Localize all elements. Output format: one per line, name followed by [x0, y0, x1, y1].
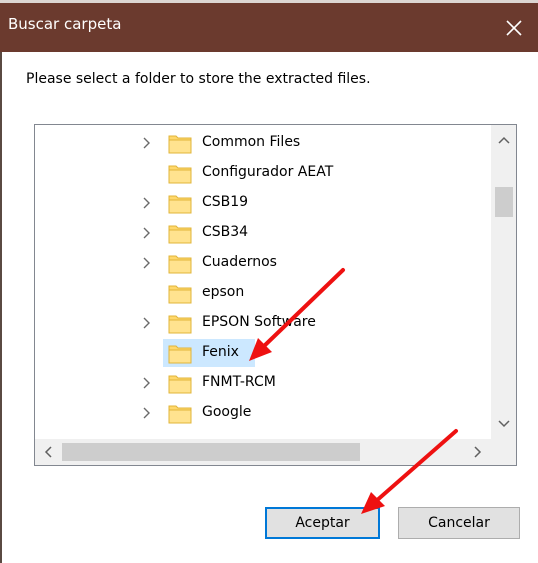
tree-item[interactable]: Google [35, 398, 491, 428]
tree-item[interactable]: FNMT-RCM [35, 368, 491, 398]
tree-item-label: Google [202, 404, 252, 420]
tree-item[interactable]: Configurador AEAT [35, 158, 491, 188]
cancel-button[interactable]: Cancelar [398, 507, 520, 539]
browse-folder-dialog: Buscar carpeta Please select a folder to… [0, 0, 538, 563]
folder-icon [168, 315, 192, 334]
scrollbar-corner [491, 439, 516, 465]
folder-icon [168, 195, 192, 214]
chevron-right-icon [474, 446, 482, 458]
folder-tree-rows: Common Files Configurador AEAT CSB19 CSB34 C… [35, 125, 491, 439]
scroll-right-button[interactable] [465, 439, 491, 465]
vertical-scroll-thumb[interactable] [495, 187, 513, 217]
folder-icon [168, 345, 192, 364]
horizontal-scroll-thumb[interactable] [62, 443, 360, 461]
tree-item-label: epson [202, 284, 245, 300]
tree-item[interactable]: Cuadernos [35, 248, 491, 278]
chevron-right-icon[interactable] [138, 225, 154, 241]
folder-icon [168, 405, 192, 424]
close-button[interactable] [490, 3, 538, 52]
chevron-left-icon [44, 446, 52, 458]
tree-item[interactable]: CSB19 [35, 188, 491, 218]
chevron-right-icon[interactable] [138, 405, 154, 421]
tree-item[interactable]: CSB34 [35, 218, 491, 248]
scroll-down-button[interactable] [491, 409, 516, 439]
close-icon [506, 19, 522, 36]
chevron-up-icon [498, 136, 510, 144]
vertical-scrollbar[interactable] [491, 125, 516, 439]
window-border [0, 52, 2, 563]
chevron-right-icon[interactable] [138, 195, 154, 211]
tree-item[interactable]: EPSON Software [35, 308, 491, 338]
tree-item[interactable]: Common Files [35, 128, 491, 158]
chevron-right-icon[interactable] [138, 315, 154, 331]
chevron-right-icon[interactable] [138, 135, 154, 151]
chevron-right-icon[interactable] [138, 255, 154, 271]
folder-tree[interactable]: Common Files Configurador AEAT CSB19 CSB34 C… [34, 124, 517, 466]
tree-item-label: Fenix [202, 344, 239, 360]
folder-icon [168, 255, 192, 274]
tree-item-label: Configurador AEAT [202, 164, 334, 180]
title-bar: Buscar carpeta [0, 0, 538, 52]
tree-item[interactable]: epson [35, 278, 491, 308]
tree-item[interactable]: Fenix [35, 338, 491, 368]
horizontal-scrollbar[interactable] [35, 439, 491, 465]
tree-item-label: CSB19 [202, 194, 249, 210]
scroll-up-button[interactable] [491, 125, 516, 155]
tree-item-label: EPSON Software [202, 314, 316, 330]
folder-icon [168, 225, 192, 244]
chevron-right-icon[interactable] [138, 375, 154, 391]
chevron-down-icon [498, 420, 510, 428]
scroll-left-button[interactable] [35, 439, 61, 465]
folder-icon [168, 285, 192, 304]
folder-icon [168, 135, 192, 154]
tree-item-label: FNMT-RCM [202, 374, 276, 390]
folder-icon [168, 375, 192, 394]
tree-item-label: Cuadernos [202, 254, 277, 270]
instruction-text: Please select a folder to store the extr… [26, 71, 371, 87]
folder-icon [168, 165, 192, 184]
window-title: Buscar carpeta [8, 15, 122, 33]
tree-item-label: CSB34 [202, 224, 249, 240]
accept-button[interactable]: Aceptar [265, 507, 380, 539]
tree-item-label: Common Files [202, 134, 301, 150]
